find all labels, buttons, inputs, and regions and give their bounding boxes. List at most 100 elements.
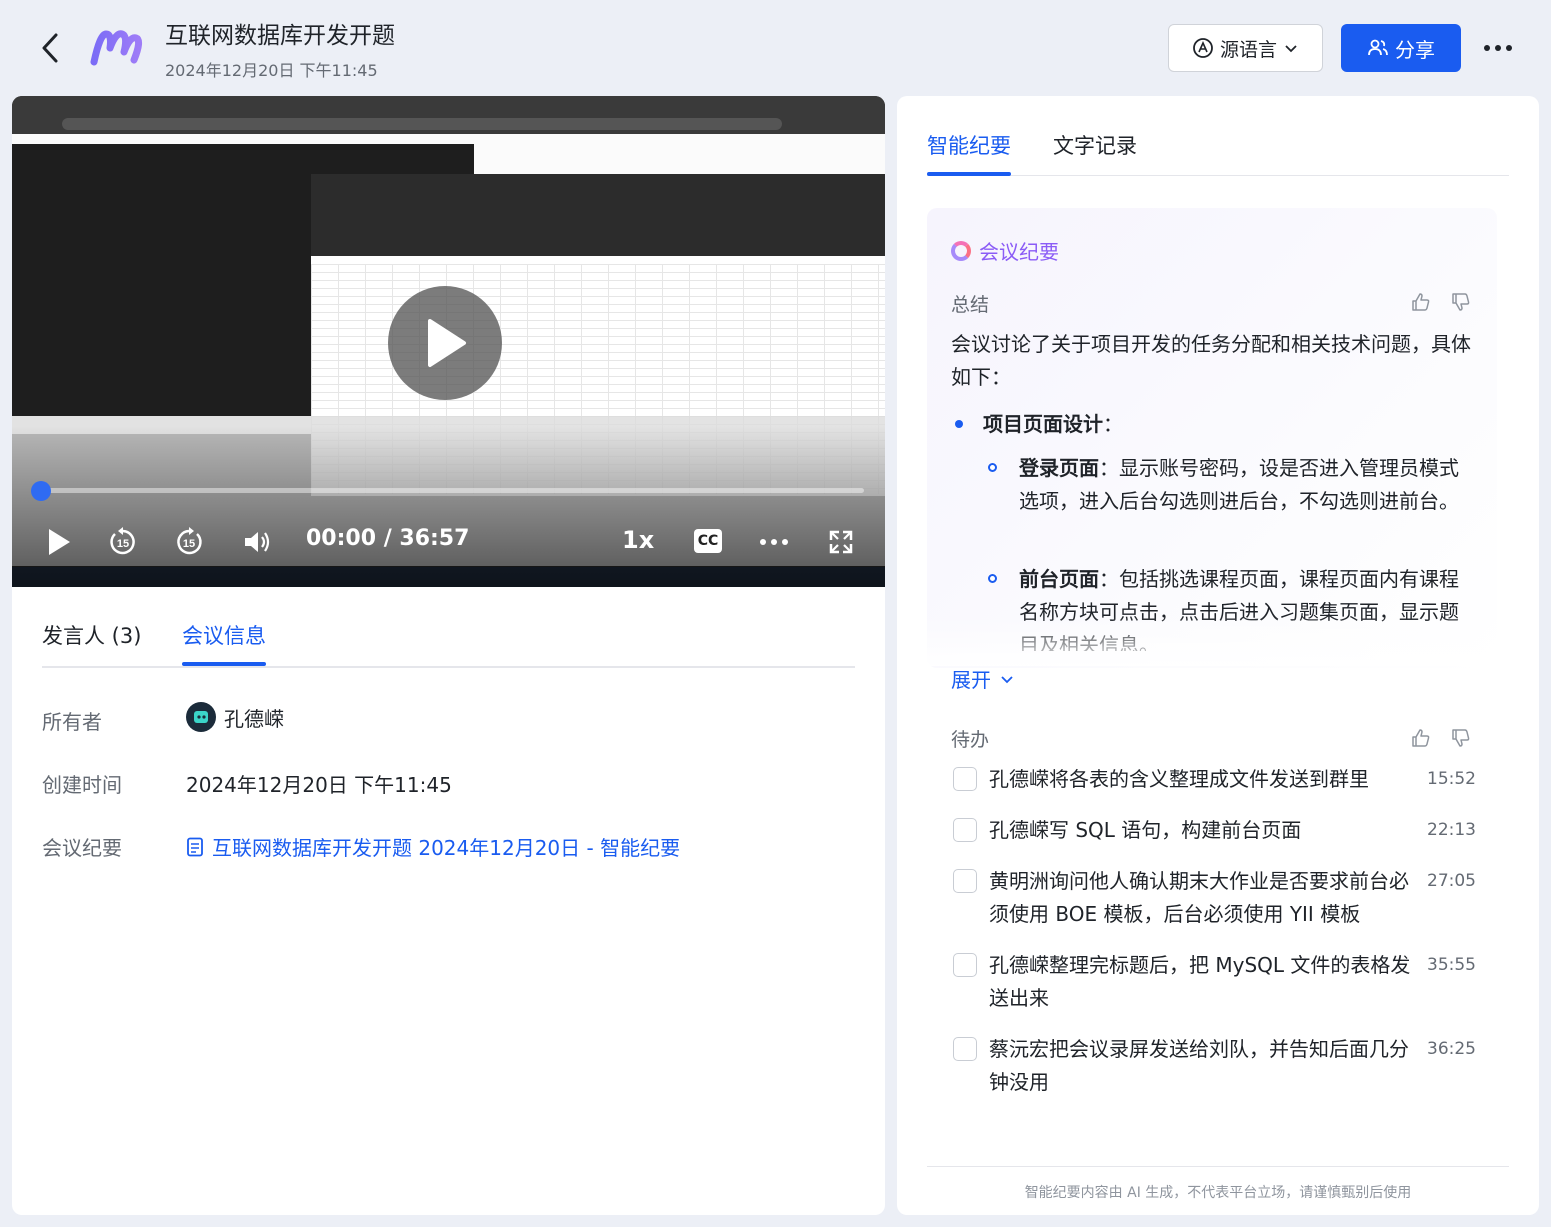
bullet-title: 项目页面设计 [983, 412, 1103, 436]
page-title: 互联网数据库开发开题 [165, 23, 395, 49]
sub-bullet-login: 登录页面：显示账号密码，设是否进入管理员模式选项，进入后台勾选则进后台，不勾选则… [1019, 452, 1469, 518]
created-value: 2024年12月20日 下午11:45 [186, 773, 452, 797]
recorded-browser-bar [12, 96, 885, 134]
sub1-title: 登录页面 [1019, 456, 1099, 480]
progress-handle[interactable] [31, 481, 51, 501]
todo-timestamp[interactable]: 15:52 [1427, 763, 1476, 796]
volume-button[interactable] [240, 524, 274, 560]
summary-section-label: 总结 [951, 294, 990, 316]
video-controls-shade [12, 426, 885, 587]
users-icon [1368, 39, 1388, 56]
share-button[interactable]: 分享 [1341, 24, 1461, 72]
todo-checkbox[interactable] [953, 767, 977, 791]
playback-time: 00:00 / 36:57 [306, 526, 470, 551]
right-tab-bar: 智能纪要 文字记录 [927, 126, 1509, 176]
thumbs-down-icon[interactable] [1451, 292, 1471, 312]
todo-checkbox[interactable] [953, 869, 977, 893]
tab-active-indicator [927, 172, 1011, 176]
volume-icon [245, 532, 270, 552]
todo-text: 孔德嵘写 SQL 语句，构建前台页面 [989, 818, 1302, 842]
summary-heading: 会议纪要 [951, 236, 1059, 265]
tab-speakers[interactable]: 发言人 (3) [42, 620, 141, 650]
rewind-15-button[interactable]: 15 [106, 524, 140, 560]
left-panel: 15 15 00:00 / 36:57 1x CC 发言人 (3) 会议信息 所… [12, 96, 885, 1215]
progress-track[interactable] [36, 488, 864, 493]
todo-checkbox[interactable] [953, 1037, 977, 1061]
minutes-link-text: 互联网数据库开发开题 2024年12月20日 - 智能纪要 [212, 836, 681, 860]
minutes-link[interactable]: 互联网数据库开发开题 2024年12月20日 - 智能纪要 [186, 832, 680, 861]
play-button[interactable] [42, 524, 76, 560]
app-logo [90, 26, 144, 68]
captions-button[interactable]: CC [694, 529, 722, 553]
svg-text:15: 15 [183, 538, 195, 550]
forward-15-button[interactable]: 15 [172, 524, 206, 560]
more-horizontal-icon [1484, 45, 1512, 51]
source-language-label: 源语言 [1219, 38, 1277, 61]
todo-text: 黄明洲询问他人确认期末大作业是否要求前台必须使用 BOE 模板，后台必须使用 Y… [989, 869, 1409, 926]
left-tab-bar: 发言人 (3) 会议信息 [42, 610, 855, 668]
bullet-suffix: ： [1103, 412, 1123, 436]
todo-section-label: 待办 [951, 729, 990, 751]
video-more-button[interactable] [756, 524, 792, 560]
minutes-label: 会议纪要 [42, 836, 122, 860]
fullscreen-button[interactable] [824, 524, 858, 560]
recorded-ribbon [311, 174, 885, 256]
svg-text:15: 15 [117, 538, 129, 550]
chevron-down-icon [1001, 675, 1013, 683]
more-options-button[interactable] [1478, 34, 1518, 62]
translate-icon [1193, 38, 1213, 58]
todo-timestamp[interactable]: 22:13 [1427, 814, 1476, 847]
todo-text: 蔡沅宏把会议录屏发送给刘队，并告知后面几分钟没用 [989, 1037, 1409, 1094]
todo-timestamp[interactable]: 36:25 [1427, 1033, 1476, 1066]
summary-feedback [1411, 292, 1471, 312]
big-play-button[interactable] [388, 286, 502, 400]
rewind-icon: 15 [110, 527, 135, 555]
owner-name: 孔德嵘 [224, 706, 284, 731]
sub-bullet-dot [988, 574, 997, 583]
chevron-left-icon [42, 33, 58, 63]
summary-intro: 会议讨论了关于项目开发的任务分配和相关技术问题，具体如下： [951, 332, 1471, 389]
todo-checkbox[interactable] [953, 818, 977, 842]
back-button[interactable] [36, 30, 66, 66]
play-icon [428, 319, 466, 367]
thumbs-up-icon[interactable] [1411, 292, 1431, 312]
thumbs-down-icon[interactable] [1451, 728, 1471, 748]
todo-timestamp[interactable]: 27:05 [1427, 865, 1476, 898]
todo-checkbox[interactable] [953, 953, 977, 977]
bullet-dot [955, 420, 963, 428]
fullscreen-icon [829, 530, 853, 554]
todo-text: 孔德嵘整理完标题后，把 MySQL 文件的表格发送出来 [989, 953, 1411, 1010]
ai-disclaimer: 智能纪要内容由 AI 生成，不代表平台立场，请谨慎甄别后使用 [1024, 1185, 1412, 1201]
share-label: 分享 [1395, 37, 1435, 62]
sub-bullet-dot [988, 463, 997, 472]
avatar [186, 702, 216, 732]
thumbs-up-icon[interactable] [1411, 728, 1431, 748]
tab-smart-minutes[interactable]: 智能纪要 [927, 130, 1011, 160]
playback-speed-button[interactable]: 1x [622, 526, 654, 554]
summary-heading-text: 会议纪要 [979, 240, 1059, 264]
document-icon [187, 837, 203, 856]
ai-ring-icon [951, 240, 971, 261]
tab-meeting-info[interactable]: 会议信息 [182, 620, 266, 650]
source-language-button[interactable]: 源语言 [1168, 24, 1323, 72]
tab-transcript[interactable]: 文字记录 [1053, 130, 1137, 160]
forward-icon: 15 [177, 527, 202, 555]
expand-button[interactable]: 展开 [951, 664, 1015, 693]
expand-label: 展开 [951, 668, 991, 692]
play-icon [49, 529, 70, 555]
chevron-down-icon [1285, 45, 1297, 53]
owner-value: 孔德嵘 [186, 702, 284, 732]
todo-text: 孔德嵘将各表的含义整理成文件发送到群里 [989, 767, 1369, 791]
tab-active-indicator [182, 662, 266, 666]
page-subtitle: 2024年12月20日 下午11:45 [165, 61, 378, 80]
sub2-title: 前台页面 [1019, 567, 1099, 591]
todo-timestamp[interactable]: 35:55 [1427, 949, 1476, 982]
header: 互联网数据库开发开题 2024年12月20日 下午11:45 源语言 分享 [0, 0, 1551, 96]
todo-feedback [1411, 728, 1471, 748]
created-label: 创建时间 [42, 773, 122, 797]
owner-label: 所有者 [42, 710, 102, 734]
right-panel: 智能纪要 文字记录 会议纪要 总结 会议讨论了关于项目开发的任务分配和相关技术问… [897, 96, 1539, 1215]
footer-divider [927, 1166, 1509, 1167]
more-horizontal-icon [760, 539, 788, 545]
video-player[interactable]: 15 15 00:00 / 36:57 1x CC [12, 96, 885, 587]
